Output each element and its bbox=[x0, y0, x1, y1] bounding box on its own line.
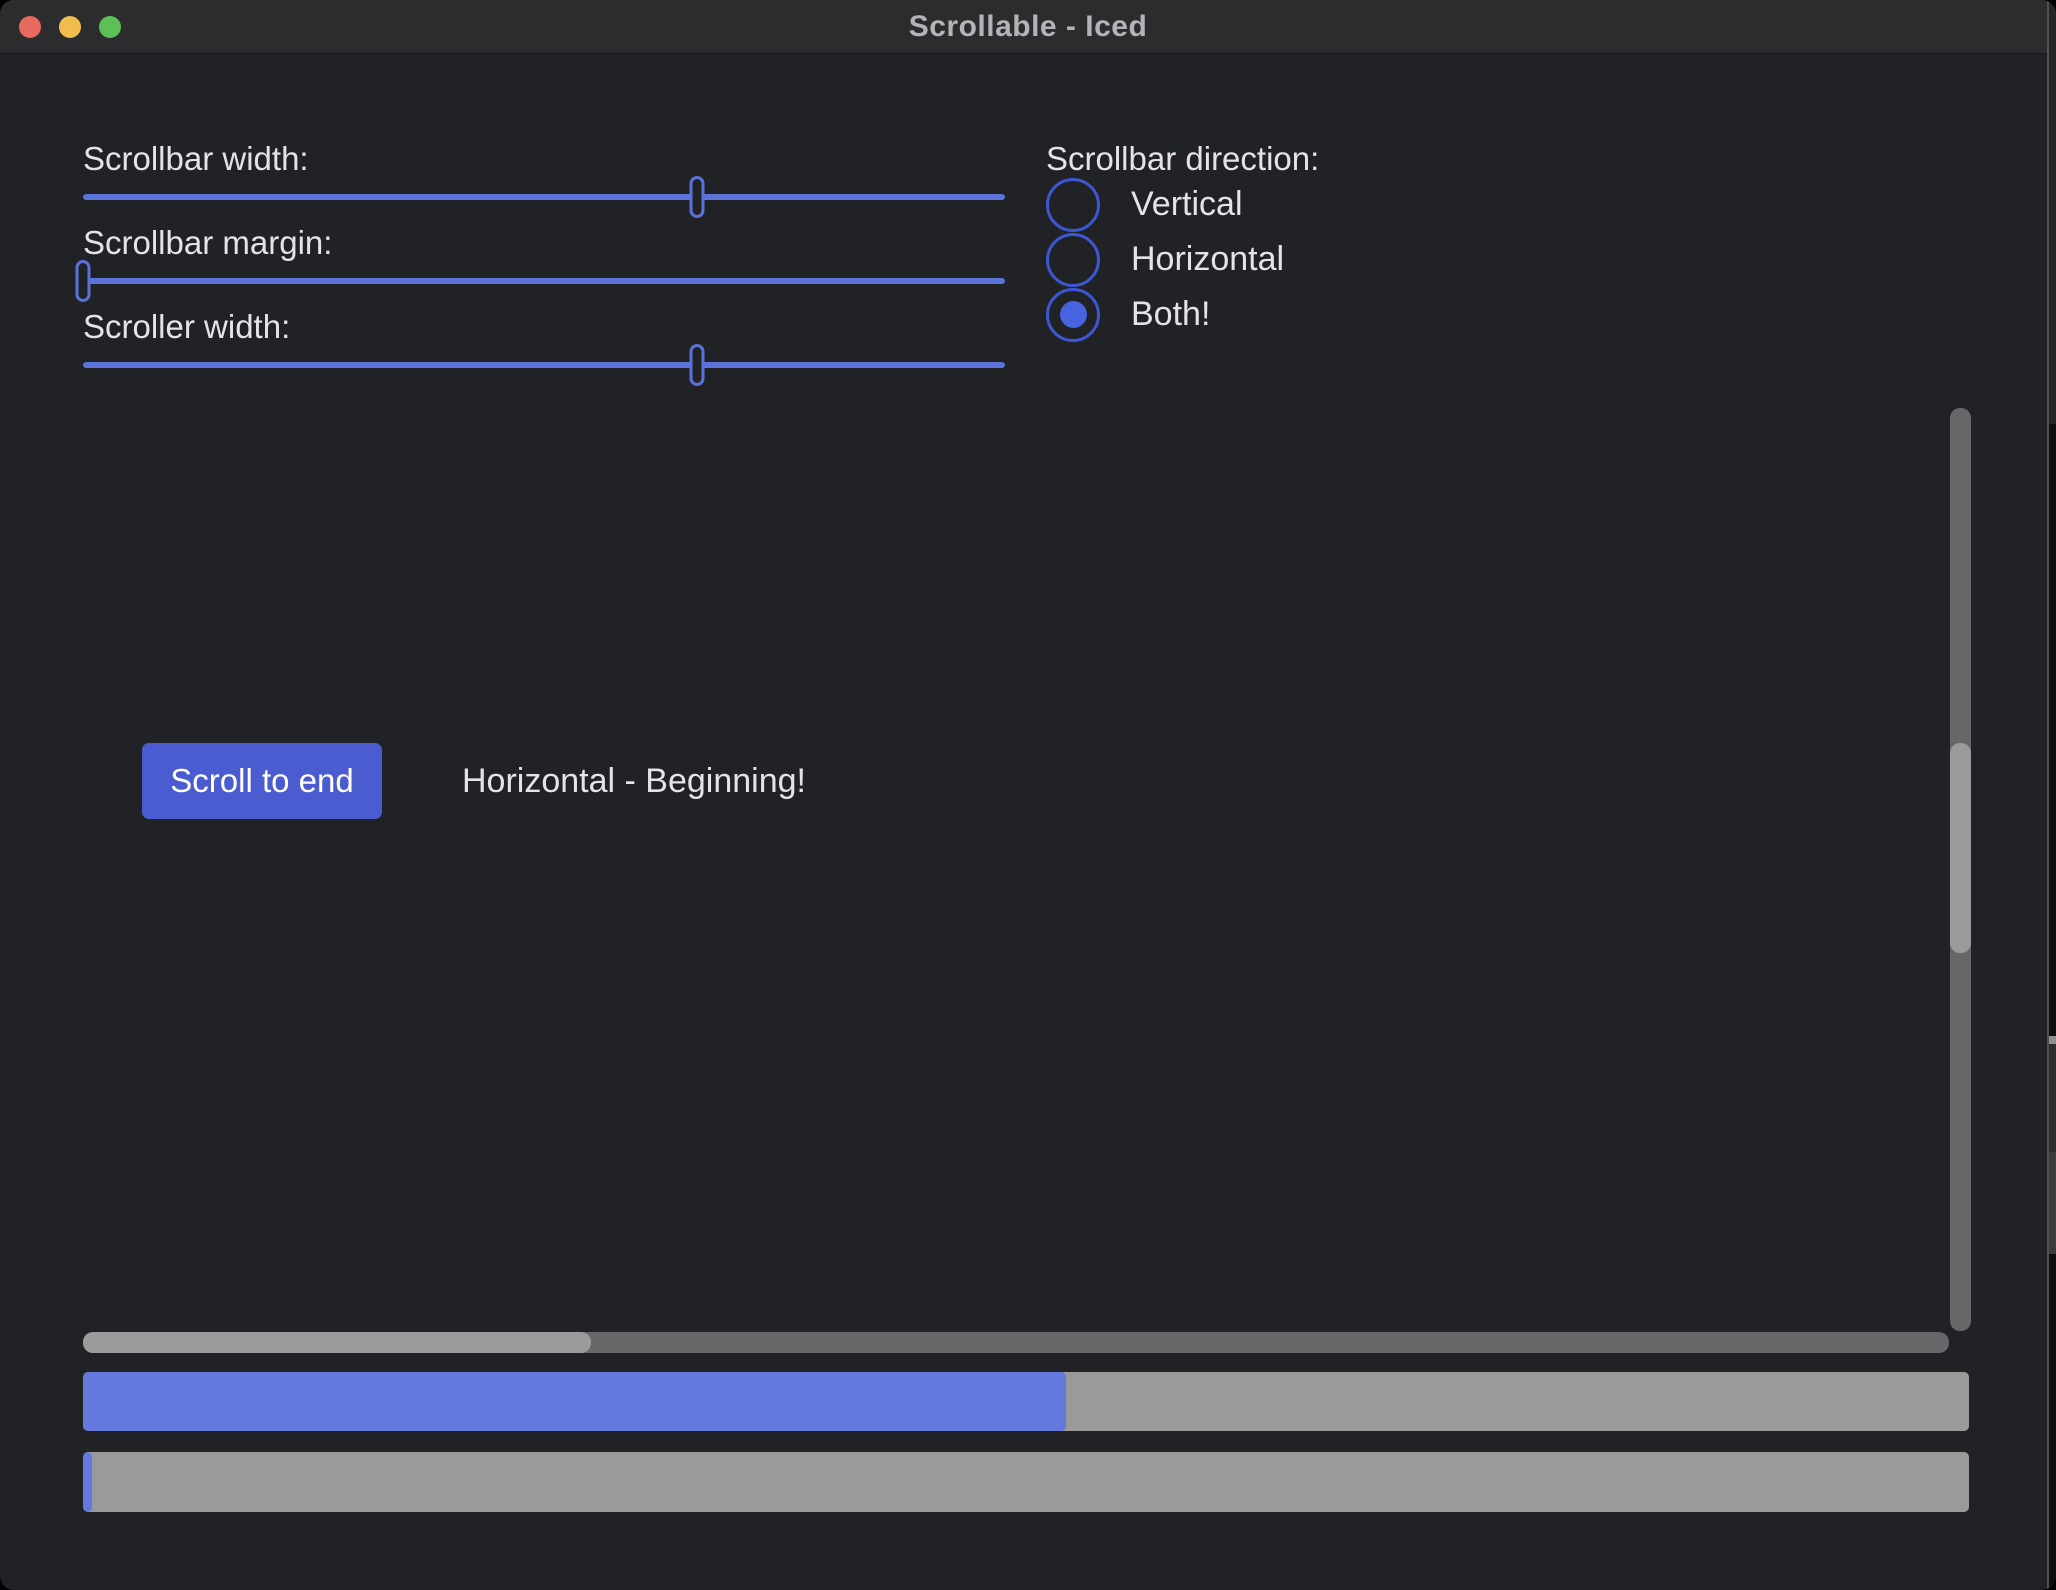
slider-handle[interactable] bbox=[690, 176, 705, 218]
progress-fill bbox=[83, 1452, 92, 1512]
slider-rail[interactable] bbox=[83, 194, 1005, 200]
right-edge-segment bbox=[2049, 1152, 2056, 1254]
close-button[interactable] bbox=[19, 16, 41, 38]
titlebar: Scrollable - Iced bbox=[0, 0, 2056, 54]
traffic-lights bbox=[19, 0, 121, 53]
scroller-width-label: Scroller width: bbox=[83, 309, 290, 345]
radio-circle-icon[interactable] bbox=[1046, 233, 1100, 287]
radio-option-label: Vertical bbox=[1131, 185, 1243, 224]
right-edge-segment bbox=[2049, 0, 2056, 424]
radio-option-both[interactable]: Both! bbox=[1046, 287, 1319, 342]
scrollbar-direction-group: Scrollbar direction: Vertical Horizontal… bbox=[1046, 141, 1319, 342]
right-edge-segment bbox=[2049, 1044, 2056, 1152]
window-title: Scrollable - Iced bbox=[909, 10, 1148, 44]
app-window: Scrollable - Iced Scrollbar width: Scrol… bbox=[0, 0, 2056, 1590]
radio-circle-icon[interactable] bbox=[1046, 178, 1100, 232]
zoom-button[interactable] bbox=[99, 16, 121, 38]
radio-circle-icon[interactable] bbox=[1046, 288, 1100, 342]
scroll-to-end-button[interactable]: Scroll to end bbox=[142, 743, 382, 819]
scrollbar-direction-label: Scrollbar direction: bbox=[1046, 141, 1319, 177]
radio-option-horizontal[interactable]: Horizontal bbox=[1046, 232, 1319, 287]
right-edge-tick bbox=[2049, 1036, 2056, 1044]
horizontal-scrollbar-thumb[interactable] bbox=[83, 1332, 591, 1353]
radio-selected-dot bbox=[1060, 301, 1087, 328]
scrollbar-width-slider[interactable] bbox=[83, 176, 1005, 218]
scroller-width-slider[interactable] bbox=[83, 344, 1005, 386]
slider-rail[interactable] bbox=[83, 362, 1005, 368]
vertical-scrollbar-thumb[interactable] bbox=[1950, 743, 1971, 953]
radio-option-label: Horizontal bbox=[1131, 240, 1284, 279]
scroll-status-text: Horizontal - Beginning! bbox=[462, 743, 806, 819]
minimize-button[interactable] bbox=[59, 16, 81, 38]
vertical-scrollbar-track[interactable] bbox=[1950, 408, 1971, 1331]
scrollbar-width-label: Scrollbar width: bbox=[83, 141, 309, 177]
radio-option-vertical[interactable]: Vertical bbox=[1046, 177, 1319, 232]
progress-fill bbox=[83, 1372, 1066, 1431]
radio-option-label: Both! bbox=[1131, 295, 1210, 334]
scrollbar-margin-label: Scrollbar margin: bbox=[83, 225, 332, 261]
horizontal-progress-bar bbox=[83, 1372, 1969, 1431]
vertical-progress-bar bbox=[83, 1452, 1969, 1512]
slider-handle[interactable] bbox=[690, 344, 705, 386]
scrollbar-margin-slider[interactable] bbox=[83, 260, 1005, 302]
slider-handle[interactable] bbox=[76, 260, 91, 302]
horizontal-scrollbar-track[interactable] bbox=[83, 1332, 1949, 1353]
slider-rail[interactable] bbox=[83, 278, 1005, 284]
